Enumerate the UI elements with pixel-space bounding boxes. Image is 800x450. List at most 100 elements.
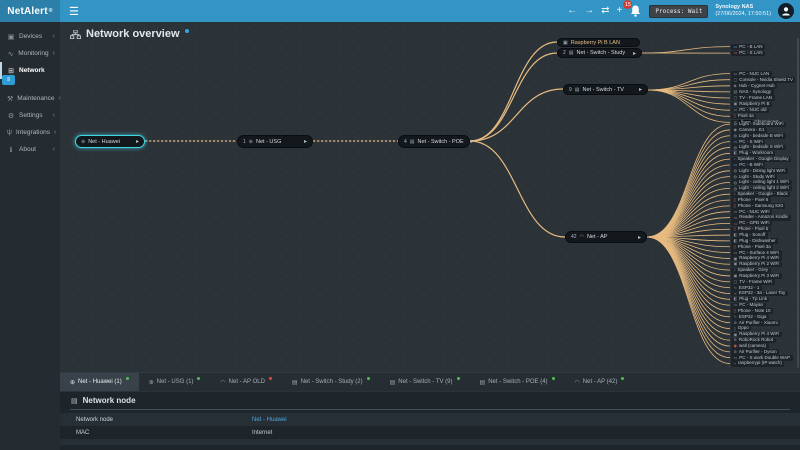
tab-net-ap-42-[interactable]: ◠Net - AP (42) [565, 373, 635, 391]
device-leaf[interactable]: ◍Light - bedside B WiFi [731, 133, 786, 139]
device-leaf[interactable]: ▢Console - Nvidia Shield TV [731, 77, 795, 83]
nas-name: Synology NAS [715, 4, 771, 11]
device-label: PC - NUC LAN [739, 72, 769, 77]
sidebar-toggle-button[interactable]: ≡ [2, 75, 15, 85]
tab-net-switch-study-2-[interactable]: ▤Net - Switch - Study (2) [282, 373, 380, 391]
node-label: Net - Switch - Study [577, 50, 626, 56]
panel-header: ▤ Network node [60, 392, 800, 408]
device-leaf[interactable]: ◍Light - Dining light WiFi [731, 168, 788, 174]
sidebar-item-devices[interactable]: ▣Devices‹ [0, 28, 60, 45]
tab-label: Net - Huawei (1) [78, 379, 122, 385]
device-icon: ◉ [734, 344, 738, 348]
topology-node-poe[interactable]: 4▤Net - Switch - POE▸ [398, 135, 470, 148]
device-label: PC - Surface 4 WiFi [739, 251, 779, 256]
device-icon: ▭ [734, 108, 738, 112]
device-leaf[interactable]: ▯Pixel 4a [731, 114, 756, 120]
nav-forward-icon[interactable]: → [584, 6, 594, 16]
device-label: TV - Frame LAN [739, 96, 772, 101]
sidebar-item-settings[interactable]: ⚙Settings‹ [0, 107, 60, 124]
tab-status-dot [126, 377, 129, 380]
sidebar-item-monitoring[interactable]: ∿Monitoring‹ [0, 45, 60, 62]
topbar-controls: ← → ⇄ + 15 Process: Wait Synology NAS (2… [567, 3, 800, 19]
topology-node-study[interactable]: 2▤Net - Switch - Study▸ [557, 48, 642, 58]
device-icon: ◍ [734, 175, 738, 179]
device-icon: ▯ [734, 245, 736, 249]
tab-net-ap-old[interactable]: ◠Net - AP OLD [210, 373, 282, 391]
device-label: Plug - Dishwasher [739, 239, 776, 244]
device-leaf[interactable]: ⊛Air Purifier - Dyson [731, 349, 779, 355]
network-overview-icon [70, 30, 81, 39]
page-title-text: Network overview [86, 28, 180, 40]
device-icon: ▣ [734, 262, 738, 266]
tab-net-huawei-1-[interactable]: ⊕Net - Huawei (1) [60, 373, 139, 391]
device-label: Phone - Pixel 3a [738, 245, 771, 250]
device-leaf[interactable]: ▭PC - NUC LAN [731, 71, 772, 77]
table-row: MACInternet [60, 426, 800, 439]
device-leaf[interactable]: ∿ESP32 - Giga [731, 314, 769, 320]
refresh-icon[interactable]: ⇄ [601, 6, 609, 16]
device-label: Raspberry Pi B [739, 102, 769, 107]
device-icon: ◧ [734, 233, 738, 237]
device-icon: ▭ [734, 251, 738, 255]
device-icon: ▢ [734, 96, 738, 100]
sidebar-item-maintenance[interactable]: ⚒Maintenance‹ [0, 90, 60, 107]
device-leaf[interactable]: ▯Phone - Samsung S20 [731, 203, 785, 209]
globe-icon: ⊕ [81, 139, 85, 145]
device-icon: ▯ [734, 204, 736, 208]
tab-net-switch-tv-9-[interactable]: ▤Net - Switch - TV (9) [380, 373, 470, 391]
switch-icon: ▤ [569, 50, 574, 56]
device-icon: ▭ [734, 216, 738, 220]
device-icon: ◍ [734, 181, 738, 185]
device-label: TV - Frame WiFi [739, 280, 772, 285]
nav-back-icon[interactable]: ← [567, 6, 577, 16]
device-icon: ◍ [734, 122, 738, 126]
device-leaf[interactable]: ▯Phone - Pixel 3a [731, 244, 773, 250]
switch-icon: ▤ [390, 379, 396, 386]
device-label: PC - B WiFi [739, 163, 763, 168]
network-node-panel: ▤ Network node Network nodeNet - HuaweiM… [60, 392, 800, 450]
device-leaf[interactable]: ◈Hub - Cygnet Hub [731, 83, 777, 89]
device-label: Oppo [738, 326, 749, 331]
notifications-bell[interactable]: 15 [629, 4, 642, 18]
maintenance-icon: ⚒ [7, 95, 13, 103]
topology-node-tv[interactable]: 9▤Net - Switch - TV▸ [563, 84, 648, 95]
node-label: Raspberry Pi B LAN [571, 40, 620, 46]
device-icon: ♪ [734, 157, 736, 161]
hamburger-menu-icon[interactable]: ☰ [69, 5, 79, 18]
globe-icon: ⊕ [70, 379, 75, 386]
device-label: PC - GPD WiFi [739, 221, 769, 226]
tab-status-dot [621, 377, 624, 380]
device-icon: ◧ [734, 239, 738, 243]
topology-node-huawei[interactable]: ⊕Net - Huawei▸ [75, 135, 145, 148]
tab-net-switch-poe-4-[interactable]: ▤Net - Switch - POE (4) [470, 373, 565, 391]
chevron-left-icon: ‹ [54, 129, 61, 136]
tab-label: Net - Switch - TV (9) [398, 379, 452, 385]
device-icon: ▭ [734, 210, 738, 214]
device-leaf[interactable]: ▢TV - Frame WiFi [731, 279, 775, 285]
device-leaf[interactable]: ▭PC - S LAN [731, 51, 765, 57]
sidebar-item-label: Maintenance [17, 95, 54, 102]
sidebar-item-about[interactable]: ℹAbout‹ [0, 141, 60, 158]
row-value-link[interactable]: Net - Huawei [252, 417, 287, 423]
row-label: MAC [60, 430, 252, 436]
tab-net-usg-1-[interactable]: ⊕Net - USG (1) [139, 373, 211, 391]
device-list-scrollbar[interactable] [797, 38, 799, 368]
move-icon[interactable]: + [617, 6, 623, 16]
device-label: wall (camera) [739, 344, 766, 349]
tab-status-dot [367, 377, 370, 380]
table-row: Network nodeNet - Huawei [60, 413, 800, 426]
panel-title: Network node [83, 396, 136, 405]
topology-node-rpib[interactable]: ▣Raspberry Pi B LAN [557, 38, 640, 47]
device-leaf[interactable]: ▭PC - B LAN [731, 44, 765, 50]
device-icon: ▭ [734, 45, 738, 49]
wifi-icon: ◠ [575, 379, 580, 386]
node-count-badge: 9 [569, 87, 572, 93]
switch-icon: ▤ [71, 397, 78, 405]
sidebar-item-integrations[interactable]: ψIntegrations‹ [0, 124, 60, 141]
chevron-expand-icon: ▸ [635, 86, 642, 93]
user-avatar[interactable] [778, 3, 794, 19]
topology-node-usg[interactable]: 1⊕Net - USG▸ [237, 135, 313, 148]
device-leaf[interactable]: ◔raspberrypi (IP watch) [731, 361, 784, 367]
device-label: Light - bedside S WiFi [739, 145, 783, 150]
topology-node-ap[interactable]: 42◠Net - AP▸ [565, 231, 647, 243]
